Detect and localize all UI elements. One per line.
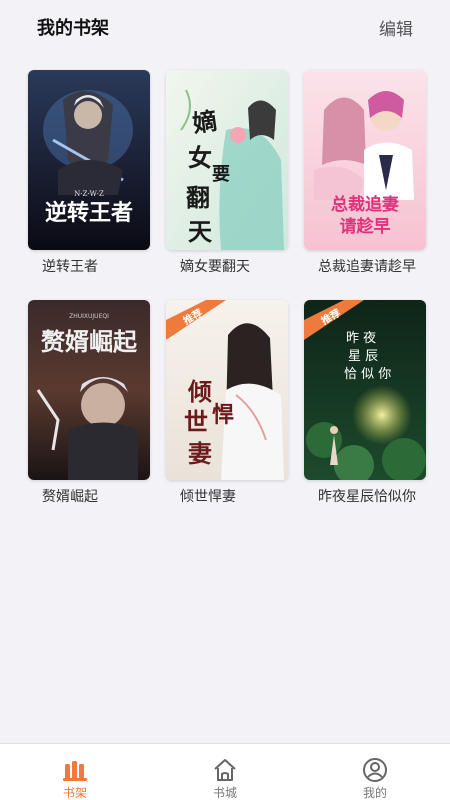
book-title: 逆转王者 <box>42 259 98 275</box>
bookshelf-icon <box>63 761 87 781</box>
book-cover[interactable]: 倾 世 悍 妻 推荐 <box>166 300 288 480</box>
svg-text:要: 要 <box>212 164 230 185</box>
book-cover[interactable]: 嫡 女 要 翻 天 <box>166 70 288 250</box>
book-cover[interactable]: 昨 夜 星 辰 恰 似 你 推荐 <box>304 300 426 480</box>
home-icon <box>214 759 236 781</box>
book-title: 赘婿崛起 <box>42 489 98 505</box>
book-cover[interactable]: ZHUIXUJUEQI 赘婿崛起 <box>28 300 150 480</box>
svg-text:逆转王者: 逆转王者 <box>45 200 133 226</box>
header-bar: 我的书架 编辑 <box>0 0 450 52</box>
bottom-tab-bar: 书架 书城 我的 <box>0 743 450 800</box>
book-title: 昨夜星辰恰似你 <box>318 489 416 505</box>
svg-text:昨 夜: 昨 夜 <box>346 331 376 346</box>
book-cover[interactable]: N·Z·W·Z 逆转王者 <box>28 70 150 250</box>
svg-text:翻: 翻 <box>186 183 210 212</box>
edit-button[interactable]: 编辑 <box>379 15 413 40</box>
cover-image: 昨 夜 星 辰 恰 似 你 推荐 <box>304 300 426 480</box>
svg-text:悍: 悍 <box>212 402 234 428</box>
cover-image: 总裁追妻 请趁早 <box>304 70 426 250</box>
svg-text:天: 天 <box>188 217 212 246</box>
svg-text:请趁早: 请趁早 <box>340 216 391 237</box>
cover-image: 嫡 女 要 翻 天 <box>166 70 288 250</box>
book-cover[interactable]: 总裁追妻 请趁早 <box>304 70 426 250</box>
svg-text:妻: 妻 <box>188 439 212 468</box>
tab-label: 书架 <box>62 786 87 800</box>
svg-text:倾: 倾 <box>187 377 212 406</box>
tab-bookshelf[interactable]: 书架 <box>35 744 115 800</box>
svg-text:嫡: 嫡 <box>191 106 219 138</box>
user-icon <box>363 758 387 782</box>
book-title: 倾世悍妻 <box>180 489 236 505</box>
tab-label: 书城 <box>212 786 237 800</box>
book-title: 嫡女要翻天 <box>180 259 250 275</box>
tab-profile[interactable]: 我的 <box>335 744 415 800</box>
cover-image: 倾 世 悍 妻 推荐 <box>166 300 288 480</box>
cover-image: N·Z·W·Z 逆转王者 <box>28 70 150 250</box>
svg-text:总裁追妻: 总裁追妻 <box>331 194 399 215</box>
svg-text:N·Z·W·Z: N·Z·W·Z <box>74 190 104 198</box>
page-title: 我的书架 <box>37 18 109 39</box>
svg-text:恰 似 你: 恰 似 你 <box>344 367 391 382</box>
cover-image: ZHUIXUJUEQI 赘婿崛起 <box>28 300 150 480</box>
svg-text:世: 世 <box>184 407 208 436</box>
tab-bookstore[interactable]: 书城 <box>185 744 265 800</box>
tab-label: 我的 <box>362 786 387 800</box>
svg-text:ZHUIXUJUEQI: ZHUIXUJUEQI <box>69 313 109 320</box>
svg-text:女: 女 <box>188 143 212 172</box>
svg-text:星 辰: 星 辰 <box>348 349 378 364</box>
svg-text:赘婿崛起: 赘婿崛起 <box>40 328 138 356</box>
book-title: 总裁追妻请趁早 <box>318 259 416 275</box>
